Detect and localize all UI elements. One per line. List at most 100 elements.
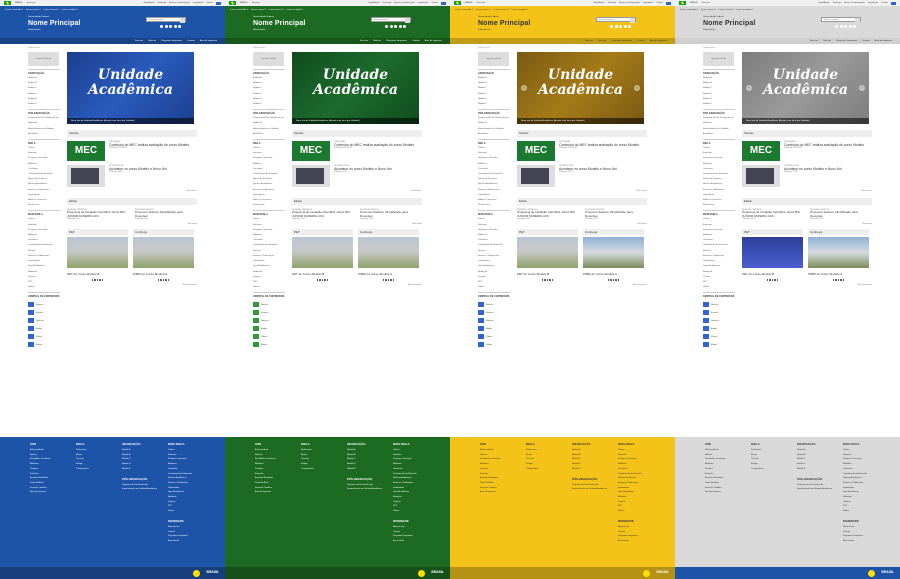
- news-item[interactable]: MEC PUBLICAÇÃO Conteúdo do MEC realiza a…: [517, 141, 647, 161]
- content-link[interactable]: Eventos: [253, 310, 285, 316]
- chevron-right-icon[interactable]: ›: [859, 85, 865, 91]
- content-link[interactable]: Áudios: [28, 326, 60, 332]
- promo-card[interactable]: Conheça PIBID do Curso Modelo A: [583, 229, 644, 281]
- card-title[interactable]: PET do Curso Modelo B: [742, 272, 803, 276]
- unit-logo[interactable]: Logo da Unidade: [28, 52, 59, 66]
- chevron-left-icon[interactable]: ‹: [746, 85, 752, 91]
- gov-country[interactable]: BRASIL: [690, 2, 698, 4]
- footer-link[interactable]: Área restrita: [843, 539, 879, 544]
- search-icon[interactable]: [405, 18, 410, 23]
- gov-link[interactable]: Acesso à informação: [619, 2, 639, 4]
- gov-link[interactable]: Canais: [656, 2, 663, 4]
- gov-link[interactable]: Simplifique!: [593, 2, 604, 4]
- topnav-item[interactable]: Perguntas frequentes: [611, 40, 632, 42]
- gov-services[interactable]: Serviços: [27, 2, 35, 4]
- skip-link[interactable]: Ir para a busca 3: [269, 9, 284, 11]
- promo-card[interactable]: Conheça PIBID do Curso Modelo A: [808, 229, 869, 281]
- carousel-dots[interactable]: [67, 279, 128, 281]
- carousel-dots[interactable]: [808, 279, 869, 281]
- content-link[interactable]: Eventos: [703, 310, 735, 316]
- skip-link[interactable]: Ir para a busca 3: [44, 9, 59, 11]
- edital-item[interactable]: INICIAÇÃO CIENTÍFICA Programa de Iniciaç…: [292, 209, 352, 220]
- more-info-link[interactable]: Mais informações: [67, 284, 197, 286]
- topnav-item[interactable]: Contato: [637, 40, 645, 42]
- flickr-icon[interactable]: [173, 25, 177, 28]
- content-link[interactable]: Galerias: [478, 318, 510, 324]
- content-link[interactable]: Eventos: [28, 310, 60, 316]
- card-title[interactable]: PIBID do Curso Modelo A: [583, 272, 644, 276]
- brasil-logo[interactable]: BRASIL: [206, 570, 219, 574]
- edital-item[interactable]: PROCESSO SELETIVO Processo Seletivo Simp…: [810, 209, 870, 220]
- gov-link[interactable]: Participe: [383, 2, 392, 4]
- search-icon[interactable]: [630, 18, 635, 23]
- edital-item[interactable]: INICIAÇÃO CIENTÍFICA Programa de Iniciaç…: [67, 209, 127, 220]
- rss-icon[interactable]: [178, 25, 181, 28]
- facebook-icon[interactable]: [394, 25, 397, 28]
- brasil-logo[interactable]: BRASIL: [881, 570, 894, 574]
- edital-item[interactable]: INICIAÇÃO CIENTÍFICA Programa de Iniciaç…: [517, 209, 577, 220]
- topnav-item[interactable]: Notícias: [598, 40, 606, 42]
- promo-card[interactable]: PET PET do Curso Modelo B: [517, 229, 578, 281]
- flickr-icon[interactable]: [623, 25, 627, 28]
- sidebar-item[interactable]: Modelo F: [478, 102, 510, 107]
- skip-link[interactable]: Ir para o rodapé 4: [287, 9, 303, 11]
- skip-link[interactable]: Ir para o conteúdo 1: [680, 9, 698, 11]
- accessibility-icon[interactable]: [891, 1, 896, 5]
- topnav-item[interactable]: Perguntas frequentes: [161, 40, 182, 42]
- sidebar-item[interactable]: Vídeos: [478, 285, 510, 290]
- more-info-link[interactable]: Mais informações: [742, 284, 872, 286]
- sidebar-item[interactable]: Mesmo Item: [28, 203, 60, 208]
- edital-title[interactable]: Processo Seletivo Simplificado para Doce…: [360, 210, 420, 218]
- twitter-icon[interactable]: [835, 25, 838, 28]
- breadcrumb[interactable]: Página inicial: [703, 47, 715, 49]
- sidebar-item[interactable]: Mesmo Item: [478, 203, 510, 208]
- edital-title[interactable]: Programa de Iniciação Científica Júnior …: [517, 210, 577, 218]
- topnav-item[interactable]: Contato: [412, 40, 420, 42]
- gov-link[interactable]: Participe: [833, 2, 842, 4]
- news-item[interactable]: ULTIMA NOTÍCIA Acontece no curso Modelo …: [742, 165, 872, 187]
- search-icon[interactable]: [180, 18, 185, 23]
- promo-card[interactable]: PET PET do Curso Modelo B: [67, 229, 128, 281]
- sidebar-item[interactable]: Vídeos: [703, 285, 735, 290]
- skip-link[interactable]: Ir para o menu 2: [701, 9, 716, 11]
- twitter-icon[interactable]: [385, 25, 388, 28]
- content-link[interactable]: Áudios: [703, 326, 735, 332]
- edital-item[interactable]: INICIAÇÃO CIENTÍFICA Programa de Iniciaç…: [742, 209, 802, 220]
- skip-link[interactable]: Ir para o rodapé 4: [737, 9, 753, 11]
- breadcrumb[interactable]: Página inicial: [253, 47, 265, 49]
- more-editais-link[interactable]: Mais editais: [292, 223, 423, 225]
- facebook-icon[interactable]: [169, 25, 172, 28]
- edital-item[interactable]: PROCESSO SELETIVO Processo Seletivo Simp…: [135, 209, 195, 220]
- content-link[interactable]: Vídeos: [703, 334, 735, 340]
- gov-link[interactable]: Legislação: [643, 2, 653, 4]
- accessibility-icon[interactable]: [216, 1, 221, 5]
- sidebar-item[interactable]: Programa de Pós-Graduação em Modelo A: [253, 116, 285, 126]
- footer-link[interactable]: Especialização em Unidade Acadêmica: [347, 487, 383, 492]
- sidebar-item[interactable]: Vídeos: [253, 285, 285, 290]
- search-input[interactable]: Buscar no portal: [371, 17, 411, 23]
- gov-link[interactable]: Participe: [158, 2, 167, 4]
- topnav-item[interactable]: Serviços: [135, 40, 143, 42]
- rss-icon[interactable]: [853, 25, 856, 28]
- more-info-link[interactable]: Mais informações: [517, 284, 647, 286]
- topnav-item[interactable]: Perguntas frequentes: [836, 40, 857, 42]
- page-title[interactable]: Nome Principal: [28, 20, 80, 27]
- unit-logo[interactable]: Logo da Unidade: [703, 52, 734, 66]
- topnav-item[interactable]: Serviços: [810, 40, 818, 42]
- more-editais-link[interactable]: Mais editais: [742, 223, 873, 225]
- topnav-item[interactable]: Área de imprensa: [425, 40, 442, 42]
- gov-country[interactable]: BRASIL: [240, 2, 248, 4]
- carousel-dots[interactable]: [583, 279, 644, 281]
- content-link[interactable]: Vídeos: [478, 334, 510, 340]
- hero-banner[interactable]: Unidade Acadêmica ‹ › Nova site da Unida…: [292, 52, 419, 124]
- twitter-icon[interactable]: [160, 25, 163, 28]
- breadcrumb[interactable]: Página inicial: [478, 47, 490, 49]
- topnav-item[interactable]: Área de imprensa: [875, 40, 892, 42]
- edital-item[interactable]: PROCESSO SELETIVO Processo Seletivo Simp…: [360, 209, 420, 220]
- facebook-icon[interactable]: [844, 25, 847, 28]
- footer-link[interactable]: Área restrita: [168, 539, 204, 544]
- news-item[interactable]: ULTIMA NOTÍCIA Acontece no curso Modelo …: [517, 165, 647, 187]
- more-editais-link[interactable]: Mais editais: [517, 223, 648, 225]
- youtube-icon[interactable]: [164, 25, 168, 28]
- gov-link[interactable]: Acesso à informação: [169, 2, 189, 4]
